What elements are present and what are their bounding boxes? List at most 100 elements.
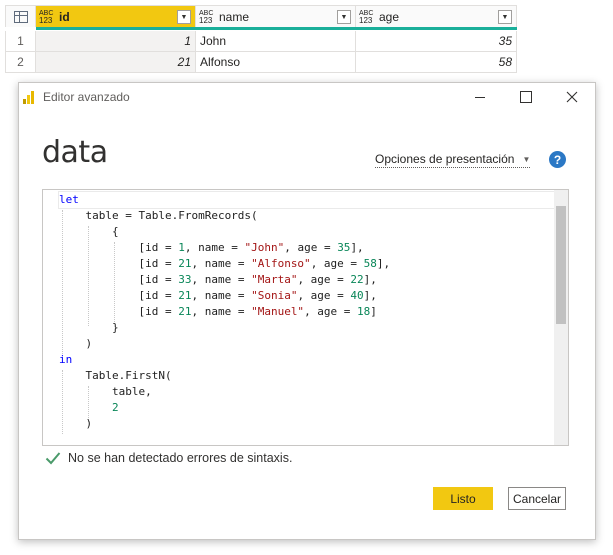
grid-header-row: ABC 123 id ▼ ABC 123 name ▼ ABC 123 age ▼ <box>5 5 517 27</box>
filter-icon[interactable]: ▼ <box>498 10 512 24</box>
code-line[interactable]: [id = 33, name = "Marta", age = 22], <box>59 272 554 288</box>
query-name-heading: data <box>42 135 108 170</box>
cell-id[interactable]: 21 <box>36 52 196 72</box>
code-line[interactable]: { <box>59 224 554 240</box>
code-line[interactable]: ) <box>59 416 554 432</box>
cell-name[interactable]: John <box>196 31 356 51</box>
code-line[interactable]: [id = 21, name = "Manuel", age = 18] <box>59 304 554 320</box>
column-header-label: name <box>219 9 250 24</box>
scroll-thumb[interactable] <box>556 206 566 324</box>
grid-body: 1 1 John 35 2 21 Alfonso 58 <box>5 31 517 73</box>
syntax-status: No se han detectado errores de sintaxis. <box>45 451 292 465</box>
code-token: , age = <box>310 257 364 270</box>
done-button[interactable]: Listo <box>433 487 493 510</box>
row-index: 2 <box>5 52 36 72</box>
code-line[interactable]: } <box>59 320 554 336</box>
check-icon <box>45 452 61 465</box>
data-preview-grid: ABC 123 id ▼ ABC 123 name ▼ ABC 123 age ▼ 1… <box>5 5 517 73</box>
view-options-dropdown[interactable]: Opciones de presentación ▼ <box>375 152 531 168</box>
code-token: ], <box>350 241 364 254</box>
code-token: , name = <box>191 305 252 318</box>
help-icon[interactable]: ? <box>549 151 566 168</box>
code-token: "Sonia" <box>251 289 298 302</box>
code-line[interactable]: table, <box>59 384 554 400</box>
filter-icon[interactable]: ▼ <box>337 10 351 24</box>
column-header-name[interactable]: ABC 123 name ▼ <box>196 5 356 27</box>
code-token: ], <box>363 289 377 302</box>
dialog-titlebar[interactable]: Editor avanzado <box>19 83 595 111</box>
code-token: let <box>59 193 79 206</box>
code-line[interactable]: Table.FirstN( <box>59 368 554 384</box>
code-line[interactable]: in <box>59 352 554 368</box>
code-token: , age = <box>297 289 351 302</box>
dialog-title: Editor avanzado <box>43 90 130 104</box>
code-token: , age = <box>297 273 351 286</box>
table-row[interactable]: 1 1 John 35 <box>5 31 517 52</box>
code-token: "John" <box>244 241 285 254</box>
view-options-label: Opciones de presentación <box>375 152 515 166</box>
code-line[interactable]: let <box>58 191 555 209</box>
code-token: table, <box>59 385 152 398</box>
code-token: 35 <box>337 241 351 254</box>
table-row[interactable]: 2 21 Alfonso 58 <box>5 52 517 73</box>
code-token: , age = <box>284 241 338 254</box>
code-token: [id = <box>59 289 179 302</box>
code-token: 21 <box>178 289 192 302</box>
code-token: 1 <box>178 241 185 254</box>
code-token: 21 <box>178 305 192 318</box>
code-token: table = Table.FromRecords( <box>59 209 258 222</box>
code-token: 33 <box>178 273 192 286</box>
maximize-icon[interactable] <box>503 83 549 111</box>
code-token: , name = <box>191 289 252 302</box>
cancel-button[interactable]: Cancelar <box>508 487 566 510</box>
close-icon[interactable] <box>549 83 595 111</box>
window-controls <box>457 83 595 111</box>
code-token: "Manuel" <box>251 305 305 318</box>
code-token: 18 <box>357 305 371 318</box>
code-line[interactable]: ) <box>59 336 554 352</box>
code-token: "Marta" <box>251 273 298 286</box>
column-quality-bar <box>36 27 517 30</box>
code-token: 58 <box>363 257 377 270</box>
code-token: ] <box>370 305 377 318</box>
column-header-label: age <box>379 9 400 24</box>
code-token: [id = <box>59 257 179 270</box>
minimize-icon[interactable] <box>457 83 503 111</box>
column-header-age[interactable]: ABC 123 age ▼ <box>356 5 517 27</box>
cell-id[interactable]: 1 <box>36 31 196 51</box>
code-line[interactable]: [id = 21, name = "Sonia", age = 40], <box>59 288 554 304</box>
code-text[interactable]: let table = Table.FromRecords( { [id = 1… <box>58 191 555 432</box>
type-any-icon[interactable]: ABC 123 <box>199 10 215 25</box>
advanced-editor-dialog: Editor avanzado data Opciones de present… <box>18 82 596 540</box>
cell-name[interactable]: Alfonso <box>196 52 356 72</box>
code-line[interactable]: table = Table.FromRecords( <box>59 208 554 224</box>
scroll-up-button[interactable] <box>554 190 568 204</box>
code-token: { <box>59 225 119 238</box>
filter-icon[interactable]: ▼ <box>177 10 191 24</box>
code-token: ) <box>59 417 93 430</box>
code-line[interactable]: [id = 1, name = "John", age = 35], <box>59 240 554 256</box>
code-token: [id = <box>59 273 179 286</box>
syntax-status-text: No se han detectado errores de sintaxis. <box>68 451 293 465</box>
cell-age[interactable]: 35 <box>356 31 517 51</box>
code-token: Table.FirstN( <box>59 369 172 382</box>
code-token: 40 <box>350 289 364 302</box>
code-editor[interactable]: let table = Table.FromRecords( { [id = 1… <box>42 189 569 446</box>
cell-age[interactable]: 58 <box>356 52 517 72</box>
editor-scrollbar[interactable] <box>554 190 568 445</box>
table-menu-button[interactable] <box>5 5 36 27</box>
code-token: ], <box>363 273 377 286</box>
code-token: [id = <box>59 305 179 318</box>
code-token: ], <box>376 257 391 270</box>
row-index: 1 <box>5 31 36 51</box>
code-line[interactable]: [id = 21, name = "Alfonso", age = 58], <box>59 256 554 272</box>
column-header-id[interactable]: ABC 123 id ▼ <box>36 5 196 27</box>
type-any-icon[interactable]: ABC 123 <box>39 10 55 25</box>
code-line[interactable]: 2 <box>59 400 554 416</box>
code-token: , name = <box>191 273 252 286</box>
type-any-icon[interactable]: ABC 123 <box>359 10 375 25</box>
code-token: "Alfonso" <box>251 257 311 270</box>
code-token: 22 <box>350 273 364 286</box>
code-token: 21 <box>178 257 192 270</box>
